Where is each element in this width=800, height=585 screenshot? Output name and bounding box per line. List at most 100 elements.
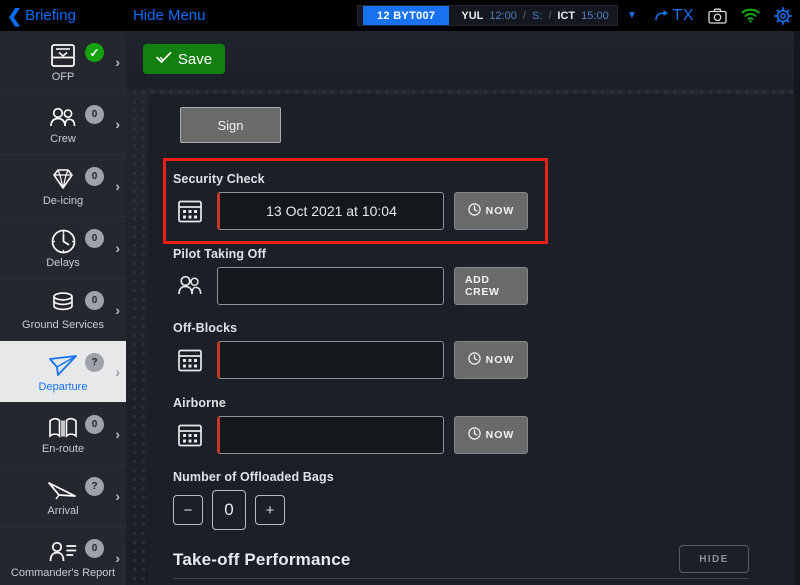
airborne-now-button[interactable]: NOW <box>454 416 528 454</box>
sidebar-item-ofp[interactable]: OFP ✓ › <box>0 31 126 93</box>
chevron-right-icon: › <box>115 115 120 132</box>
sidebar-item-de-icing[interactable]: De-icing 0 › <box>0 155 126 217</box>
chevron-right-icon: › <box>115 239 120 256</box>
count-badge: 0 <box>85 291 104 310</box>
file-tray-icon <box>49 41 77 71</box>
off-blocks-datetime-input[interactable] <box>217 341 444 379</box>
departure-airport: YUL <box>461 9 484 22</box>
off-blocks-label: Off-Blocks <box>173 321 238 335</box>
flight-strip[interactable]: 12 BYT007 YUL 12:00 / S: / ICT 15:00 <box>357 5 618 26</box>
departure-time: 12:00 <box>489 9 517 22</box>
people-icon[interactable] <box>173 274 207 298</box>
add-crew-button[interactable]: ADD CREW <box>454 267 528 305</box>
count-badge: 0 <box>85 539 104 558</box>
arrival-airport: ICT <box>557 9 576 22</box>
sidebar-item-crew[interactable]: Crew 0 › <box>0 93 126 155</box>
wifi-icon[interactable] <box>741 8 760 23</box>
app-root: ❮ Briefing Hide Menu 12 BYT007 YUL 12:00… <box>0 0 800 585</box>
clock-icon <box>467 352 481 368</box>
security-check-now-button[interactable]: NOW <box>454 192 528 230</box>
offloaded-bags-group: Number of Offloaded Bags − 0 + <box>173 470 334 530</box>
chevron-right-icon: › <box>115 425 120 442</box>
clock-icon <box>467 203 481 219</box>
count-badge: 0 <box>85 229 104 248</box>
sidebar-item-label: Departure <box>38 380 88 393</box>
sidebar-item-label: Ground Services <box>22 318 104 331</box>
flight-times: YUL 12:00 / S: / ICT 15:00 <box>449 6 616 25</box>
calendar-icon[interactable] <box>173 198 207 224</box>
sidebar-item-label: En-route <box>41 442 85 455</box>
sidebar-item-label: Arrival <box>47 504 79 517</box>
save-button[interactable]: Save <box>143 44 225 74</box>
security-check-datetime-input[interactable]: 13 Oct 2021 at 10:04 <box>217 192 444 230</box>
status-badge: ? <box>85 353 104 372</box>
scheduled-label: S: <box>531 9 543 22</box>
pilot-taking-off-label: Pilot Taking Off <box>173 247 267 261</box>
decrement-bags-button[interactable]: − <box>173 495 203 525</box>
increment-bags-button[interactable]: + <box>255 495 285 525</box>
calendar-icon[interactable] <box>173 422 207 448</box>
offloaded-bags-label: Number of Offloaded Bags <box>173 470 334 484</box>
sidebar-item-label: De-icing <box>42 194 84 207</box>
chevron-down-icon[interactable]: ▼ <box>627 10 637 21</box>
sidebar-item-arrival[interactable]: Arrival ? › <box>0 465 126 527</box>
security-check-label: Security Check <box>173 172 265 186</box>
count-badge: 0 <box>85 415 104 434</box>
takeoff-performance-title: Take-off Performance <box>173 550 351 569</box>
top-bar: ❮ Briefing Hide Menu 12 BYT007 YUL 12:00… <box>0 0 800 31</box>
people-icon <box>48 103 78 133</box>
tx-label: TX <box>672 6 694 24</box>
time-separator-1: / <box>522 9 526 22</box>
pilot-taking-off-group: Pilot Taking Off ADD CREW <box>173 247 528 305</box>
now-button-label: NOW <box>485 205 515 217</box>
now-button-label: NOW <box>485 429 515 441</box>
takeoff-performance-hide-button[interactable]: HIDE <box>679 545 749 573</box>
status-badge: ✓ <box>85 43 104 62</box>
sidebar-item-label: Crew <box>50 132 76 145</box>
offloaded-bags-stepper: − 0 + <box>173 490 334 530</box>
pilot-taking-off-input[interactable] <box>217 267 444 305</box>
sidebar-item-ground-services[interactable]: Ground Services 0 › <box>0 279 126 341</box>
time-separator-2: / <box>548 9 552 22</box>
save-button-label: Save <box>177 50 213 68</box>
tx-share-icon[interactable]: TX <box>654 6 694 25</box>
stack-icon <box>49 289 77 319</box>
offloaded-bags-value[interactable]: 0 <box>212 490 246 530</box>
sidebar-item-departure[interactable]: Departure ? › <box>0 341 126 403</box>
arrival-time: 15:00 <box>581 9 609 22</box>
chevron-right-icon: › <box>115 363 120 380</box>
chevron-left-icon: ❮ <box>7 5 23 26</box>
sidebar: OFP ✓ › Crew 0 › De-icing 0 › Delays 0 ›… <box>0 31 126 585</box>
gear-icon[interactable] <box>774 6 792 25</box>
person-list-icon <box>48 537 78 567</box>
airborne-label: Airborne <box>173 396 226 410</box>
chevron-right-icon: › <box>115 301 120 318</box>
back-to-briefing-button[interactable]: ❮ Briefing <box>7 7 76 25</box>
camera-icon[interactable] <box>708 8 727 24</box>
sign-button[interactable]: Sign <box>180 107 281 143</box>
count-badge: 0 <box>85 167 104 186</box>
airborne-datetime-input[interactable] <box>217 416 444 454</box>
diamond-icon <box>49 165 77 195</box>
off-blocks-row: NOW <box>173 341 528 379</box>
sidebar-item-label: Commander's Report <box>10 566 116 579</box>
sidebar-item-commanders-report[interactable]: Commander's Report 0 › <box>0 527 126 585</box>
airborne-row: NOW <box>173 416 528 454</box>
clock-icon <box>467 427 481 443</box>
clock-icon <box>50 227 77 257</box>
scrollbar-track[interactable] <box>794 31 800 585</box>
save-bar <box>126 31 800 89</box>
off-blocks-now-button[interactable]: NOW <box>454 341 528 379</box>
flight-id-badge[interactable]: 12 BYT007 <box>363 6 450 25</box>
security-check-row: 13 Oct 2021 at 10:04 NOW <box>173 192 528 230</box>
sidebar-item-delays[interactable]: Delays 0 › <box>0 217 126 279</box>
check-icon <box>156 51 172 68</box>
section-divider <box>173 578 749 579</box>
sidebar-item-label: OFP <box>51 70 75 83</box>
back-button-label: Briefing <box>25 7 76 24</box>
calendar-icon[interactable] <box>173 347 207 373</box>
chevron-right-icon: › <box>115 549 120 566</box>
sidebar-item-en-route[interactable]: En-route 0 › <box>0 403 126 465</box>
chevron-right-icon: › <box>115 487 120 504</box>
hide-menu-button[interactable]: Hide Menu <box>133 7 206 24</box>
